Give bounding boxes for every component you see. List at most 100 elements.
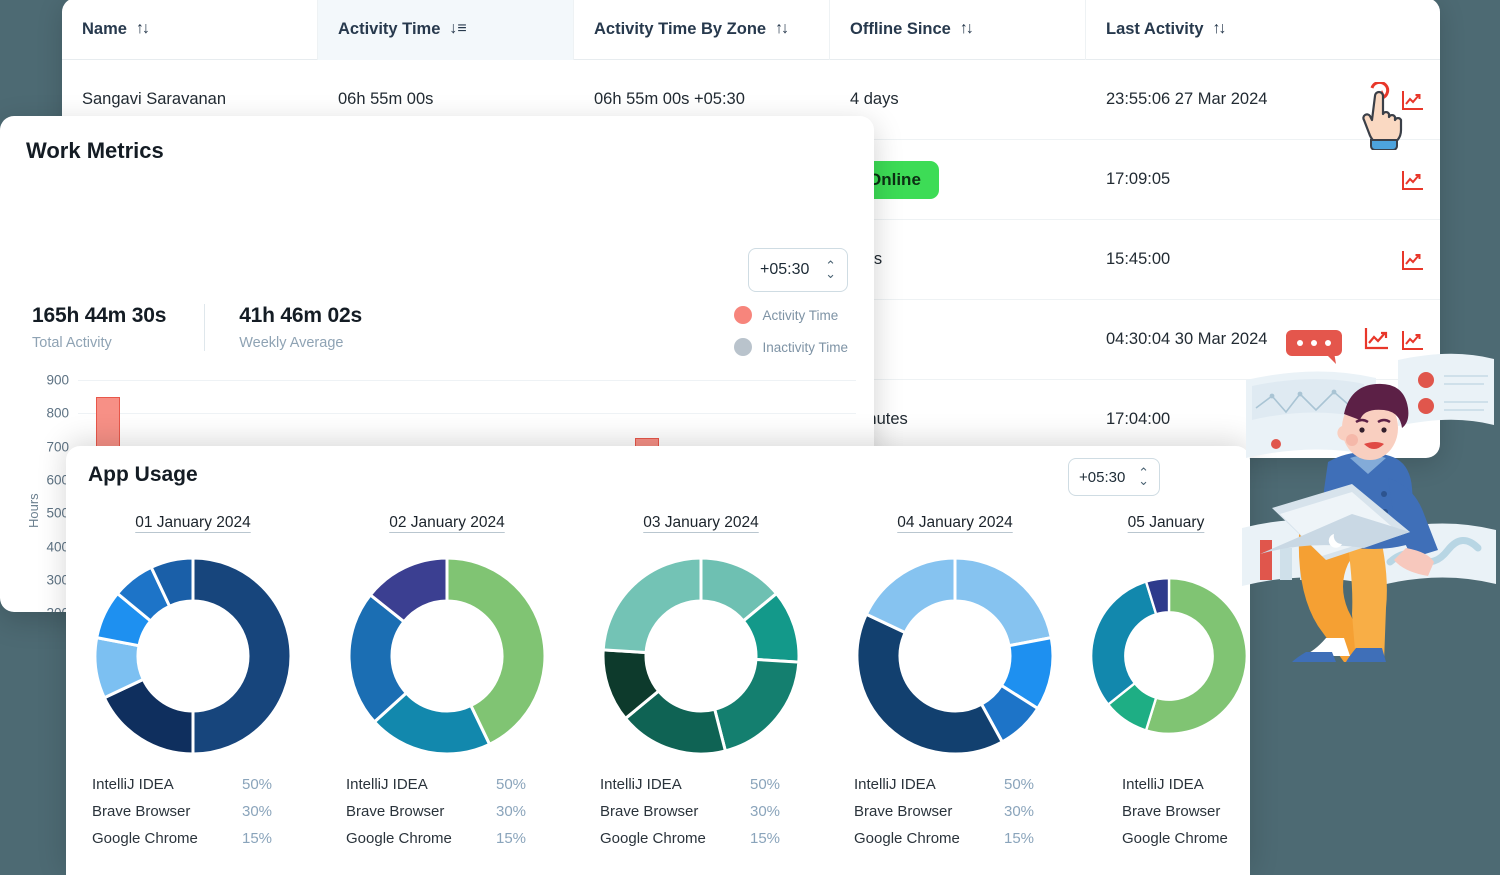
app-percentage: 30% — [496, 803, 527, 820]
donut-slice[interactable] — [712, 657, 801, 753]
app-name: Brave Browser — [92, 803, 191, 820]
column-label-activity-time: Activity Time — [338, 19, 441, 38]
timezone-value: +05:30 — [1079, 468, 1126, 486]
table-header-row: Name ↑↓ Activity Time ↓≡ Activity Time B… — [62, 0, 1440, 60]
column-header-activity-time[interactable]: Activity Time ↓≡ — [318, 0, 574, 60]
app-usage-donut-row: 01 January 2024 IntelliJ IDEA 50% Brave Bro… — [66, 502, 1250, 875]
hand-cursor-icon — [1362, 82, 1403, 150]
app-usage-day-column: 05 January IntelliJ IDEA Brave Browser Goog… — [1082, 502, 1250, 875]
donut-chart-container — [828, 554, 1082, 758]
analytics-illustration — [1242, 328, 1496, 662]
chart-icon[interactable] — [1401, 249, 1425, 271]
cell-last-activity: 23:55:06 27 Mar 2024 — [1106, 90, 1268, 108]
app-name: IntelliJ IDEA — [1122, 776, 1204, 793]
column-label-last-activity: Last Activity — [1106, 19, 1204, 38]
sort-icon-offline-since[interactable]: ↑↓ — [960, 20, 974, 38]
donut-chart[interactable] — [1088, 554, 1250, 758]
row-action[interactable] — [1386, 249, 1440, 271]
app-name: Google Chrome — [92, 830, 198, 847]
app-usage-date-label[interactable]: 03 January 2024 — [574, 502, 828, 532]
app-usage-timezone-select[interactable]: +05:30 ⌃ ⌄ — [1068, 458, 1160, 496]
work-metrics-stats: 165h 44m 30s Total Activity 41h 46m 02s … — [32, 304, 400, 351]
app-usage-day-column: 03 January 2024 IntelliJ IDEA 50% Brave Bro… — [574, 502, 828, 875]
legend-item-inactivity-time[interactable]: Inactivity Time — [734, 338, 848, 356]
y-axis-label: Hours — [26, 493, 41, 528]
donut-chart[interactable] — [91, 554, 295, 758]
donut-slice[interactable] — [1090, 580, 1158, 707]
chart-legend: Activity Time Inactivity Time — [734, 306, 848, 370]
app-usage-day-column: 02 January 2024 IntelliJ IDEA 50% Brave Bro… — [320, 502, 574, 875]
app-legend-row: Google Chrome 15% — [854, 830, 1082, 847]
legend-label: Inactivity Time — [762, 339, 848, 355]
legend-swatch-inactivity-time — [734, 338, 753, 356]
app-name: Google Chrome — [1122, 830, 1228, 847]
app-percentage: 50% — [750, 776, 781, 793]
sort-desc-icon-activity-time[interactable]: ↓≡ — [449, 20, 466, 38]
app-legend-row: Brave Browser — [1122, 803, 1250, 820]
work-metrics-title: Work Metrics — [26, 138, 164, 163]
legend-label: Activity Time — [762, 307, 839, 323]
app-legend-row: IntelliJ IDEA 50% — [600, 776, 828, 793]
donut-slice[interactable] — [864, 556, 957, 635]
app-percentage: 30% — [1004, 803, 1035, 820]
app-legend-row: Google Chrome — [1122, 830, 1250, 847]
sort-icon-last-activity[interactable]: ↑↓ — [1213, 20, 1227, 38]
cell-activity-time-by-zone: 06h 55m 00s +05:30 — [594, 90, 745, 108]
donut-chart[interactable] — [599, 554, 803, 758]
column-header-offline-since[interactable]: Offline Since ↑↓ — [830, 0, 1086, 60]
sort-icon-name[interactable]: ↑↓ — [136, 20, 150, 38]
chart-icon[interactable] — [1401, 169, 1425, 191]
donut-slice[interactable] — [191, 556, 293, 756]
app-usage-panel: App Usage 01 January 2024 IntelliJ IDEA 50… — [66, 446, 1250, 875]
app-name: Google Chrome — [600, 830, 706, 847]
chevron-updown-icon[interactable]: ⌃ ⌄ — [1138, 466, 1149, 487]
app-usage-date-label[interactable]: 04 January 2024 — [828, 502, 1082, 532]
stat-label: Weekly Average — [239, 335, 344, 351]
app-legend-row: Brave Browser 30% — [346, 803, 574, 820]
donut-slice[interactable] — [855, 612, 1005, 756]
donut-slice[interactable] — [953, 556, 1054, 648]
donut-chart[interactable] — [345, 554, 549, 758]
app-percentage: 30% — [242, 803, 273, 820]
app-legend-list: IntelliJ IDEA 50% Brave Browser 30% Google C… — [66, 776, 320, 847]
donut-slice[interactable] — [601, 556, 703, 655]
app-legend-list: IntelliJ IDEA 50% Brave Browser 30% Google C… — [574, 776, 828, 847]
chevron-updown-icon[interactable]: ⌃ ⌄ — [825, 259, 836, 280]
app-usage-date-label[interactable]: 01 January 2024 — [66, 502, 320, 532]
app-legend-row: IntelliJ IDEA 50% — [854, 776, 1082, 793]
sort-icon-activity-time-by-zone[interactable]: ↑↓ — [775, 20, 789, 38]
app-legend-list: IntelliJ IDEA 50% Brave Browser 30% Google C… — [828, 776, 1082, 847]
app-name: Brave Browser — [346, 803, 445, 820]
app-usage-date-label[interactable]: 05 January — [1082, 502, 1250, 532]
y-axis-tick: 800 — [46, 405, 69, 421]
stat-weekly-average: 41h 46m 02s Weekly Average — [204, 304, 400, 351]
donut-chart-container — [66, 554, 320, 758]
y-axis-tick: 900 — [46, 372, 69, 388]
y-axis-tick: 700 — [46, 439, 69, 455]
app-legend-list: IntelliJ IDEA Brave Browser Google Chrome — [1082, 776, 1250, 847]
app-legend-list: IntelliJ IDEA 50% Brave Browser 30% Google C… — [320, 776, 574, 847]
cell-last-activity: 15:45:00 — [1106, 250, 1171, 268]
legend-item-activity-time[interactable]: Activity Time — [734, 306, 848, 324]
column-header-last-activity[interactable]: Last Activity ↑↓ — [1086, 0, 1440, 60]
timezone-value: +05:30 — [760, 261, 810, 278]
app-name: Brave Browser — [1122, 803, 1221, 820]
donut-chart-container — [1088, 554, 1250, 758]
work-metrics-timezone-select[interactable]: +05:30 ⌃ ⌄ — [748, 248, 848, 292]
column-label-offline-since: Offline Since — [850, 19, 951, 38]
app-percentage: 50% — [496, 776, 527, 793]
column-header-name[interactable]: Name ↑↓ — [62, 0, 318, 60]
column-header-activity-time-by-zone[interactable]: Activity Time By Zone ↑↓ — [574, 0, 830, 60]
donut-chart[interactable] — [853, 554, 1057, 758]
app-percentage: 15% — [1004, 830, 1035, 847]
app-usage-day-column: 01 January 2024 IntelliJ IDEA 50% Brave Bro… — [66, 502, 320, 875]
stat-total-activity: 165h 44m 30s Total Activity — [32, 304, 204, 351]
app-name: IntelliJ IDEA — [92, 776, 174, 793]
row-action[interactable] — [1386, 169, 1440, 191]
app-usage-day-column: 04 January 2024 IntelliJ IDEA 50% Brave Bro… — [828, 502, 1082, 875]
stat-value: 165h 44m 30s — [32, 304, 167, 327]
app-usage-date-label[interactable]: 02 January 2024 — [320, 502, 574, 532]
app-percentage: 15% — [496, 830, 527, 847]
donut-chart-container — [574, 554, 828, 758]
column-label-activity-time-by-zone: Activity Time By Zone — [594, 19, 767, 38]
